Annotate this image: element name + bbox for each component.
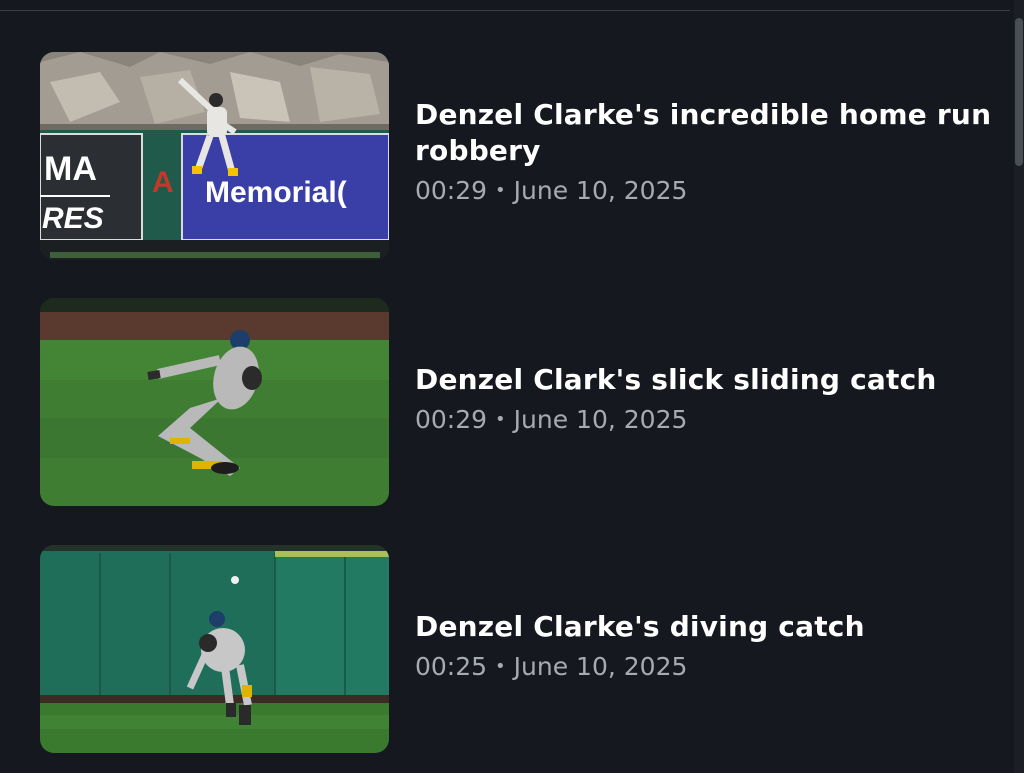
video-date: June 10, 2025 <box>513 652 688 681</box>
video-date: June 10, 2025 <box>513 176 688 205</box>
home-run-robbery-thumbnail: MA RES A Memorial( <box>40 52 389 260</box>
video-meta: Denzel Clarke's incredible home run robb… <box>415 97 995 207</box>
video-list-page: MA RES A Memorial( Denzel Clarke's incre… <box>0 0 1024 773</box>
video-title[interactable]: Denzel Clarke's incredible home run robb… <box>415 97 995 169</box>
video-duration: 00:29 <box>415 405 488 434</box>
svg-text:A: A <box>152 166 174 199</box>
video-subline: 00:29 • June 10, 2025 <box>415 175 995 207</box>
scrollbar-track[interactable] <box>1014 0 1024 773</box>
video-title[interactable]: Denzel Clark's slick sliding catch <box>415 362 995 398</box>
diving-catch-thumbnail <box>40 545 389 753</box>
top-divider <box>0 10 1010 11</box>
thumb-text-ma: MA <box>44 150 97 188</box>
video-item-sliding-catch[interactable]: Denzel Clark's slick sliding catch 00:29… <box>40 298 1000 506</box>
video-meta: Denzel Clarke's diving catch 00:25 • June … <box>415 609 995 683</box>
thumb-text-res: RES <box>42 202 104 235</box>
sliding-catch-thumbnail <box>40 298 389 506</box>
video-thumbnail[interactable] <box>40 298 389 506</box>
video-title[interactable]: Denzel Clarke's diving catch <box>415 609 995 645</box>
separator-dot: • <box>495 656 506 677</box>
scrollbar-thumb[interactable] <box>1015 18 1023 166</box>
video-duration: 00:25 <box>415 652 488 681</box>
video-item-diving-catch[interactable]: Denzel Clarke's diving catch 00:25 • June … <box>40 545 1000 753</box>
video-date: June 10, 2025 <box>513 405 688 434</box>
video-duration: 00:29 <box>415 176 488 205</box>
video-subline: 00:29 • June 10, 2025 <box>415 404 995 436</box>
video-thumbnail[interactable]: MA RES A Memorial( <box>40 52 389 260</box>
separator-dot: • <box>495 180 506 201</box>
thumb-text-memorial: Memorial( <box>205 176 347 209</box>
video-item-home-run-robbery[interactable]: MA RES A Memorial( Denzel Clarke's incre… <box>40 52 1000 260</box>
video-meta: Denzel Clark's slick sliding catch 00:29… <box>415 362 995 436</box>
video-thumbnail[interactable] <box>40 545 389 753</box>
separator-dot: • <box>495 409 506 430</box>
video-subline: 00:25 • June 10, 2025 <box>415 651 995 683</box>
